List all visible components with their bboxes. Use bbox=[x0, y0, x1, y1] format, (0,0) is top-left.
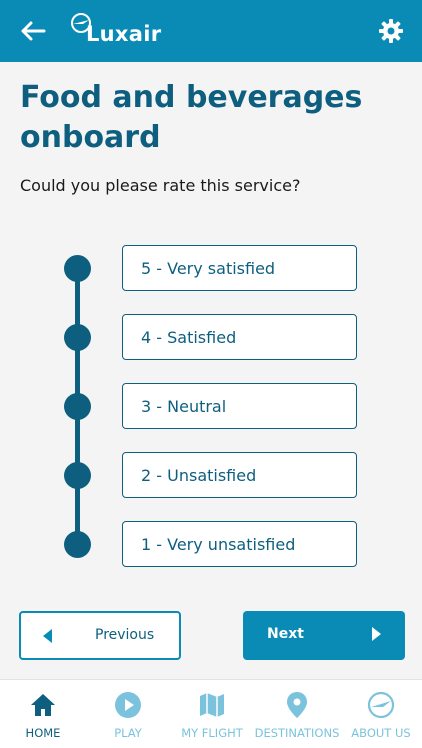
rating-option-4[interactable]: 4 - Satisfied bbox=[122, 314, 357, 360]
rating-dot bbox=[64, 462, 91, 489]
rating-dot bbox=[64, 255, 91, 282]
nav-item-home[interactable]: HOME bbox=[18, 680, 68, 748]
back-button[interactable] bbox=[18, 17, 48, 45]
rating-option-3[interactable]: 3 - Neutral bbox=[122, 383, 357, 429]
nav-item-destinations[interactable]: DESTINATIONS bbox=[251, 680, 343, 748]
nav-item-about-us[interactable]: ABOUT US bbox=[348, 680, 414, 748]
bottom-nav: HOME PLAY MY FLIGHT DESTINATIONS ABOUT U… bbox=[0, 679, 422, 748]
gear-icon bbox=[379, 19, 403, 43]
nav-label-play: PLAY bbox=[114, 726, 142, 740]
brand-name: Luxair bbox=[86, 22, 162, 46]
arrow-left-icon bbox=[21, 21, 46, 41]
nav-item-play[interactable]: PLAY bbox=[103, 680, 153, 748]
map-icon bbox=[200, 693, 224, 717]
rating-dot bbox=[64, 393, 91, 420]
rating-question: Could you please rate this service? bbox=[20, 176, 301, 195]
rating-option-5[interactable]: 5 - Very satisfied bbox=[122, 245, 357, 291]
next-button[interactable]: Next bbox=[243, 611, 405, 660]
rating-option-2[interactable]: 2 - Unsatisfied bbox=[122, 452, 357, 498]
luxair-logo-icon bbox=[367, 691, 395, 719]
home-icon bbox=[31, 694, 55, 716]
nav-item-my-flight[interactable]: MY FLIGHT bbox=[178, 680, 246, 748]
page-title: Food and beverages onboard bbox=[20, 80, 363, 155]
nav-label-my-flight: MY FLIGHT bbox=[181, 726, 243, 740]
nav-label-home: HOME bbox=[25, 726, 61, 740]
rating-dot bbox=[64, 531, 91, 558]
luxair-logo: Luxair bbox=[70, 12, 161, 46]
play-icon bbox=[115, 692, 141, 718]
caret-right-icon bbox=[372, 627, 381, 641]
app-header: Luxair bbox=[0, 0, 422, 62]
caret-left-icon bbox=[43, 629, 52, 643]
rating-dot bbox=[64, 324, 91, 351]
next-button-label: Next bbox=[267, 626, 304, 642]
previous-button-label: Previous bbox=[95, 627, 155, 643]
previous-button[interactable]: Previous bbox=[19, 611, 181, 660]
luxair-logo-mark-icon bbox=[71, 13, 91, 33]
settings-button[interactable] bbox=[378, 18, 404, 44]
rating-option-1[interactable]: 1 - Very unsatisfied bbox=[122, 521, 357, 567]
nav-label-about-us: ABOUT US bbox=[351, 726, 411, 740]
location-pin-icon bbox=[287, 692, 307, 718]
nav-label-destinations: DESTINATIONS bbox=[254, 726, 340, 740]
